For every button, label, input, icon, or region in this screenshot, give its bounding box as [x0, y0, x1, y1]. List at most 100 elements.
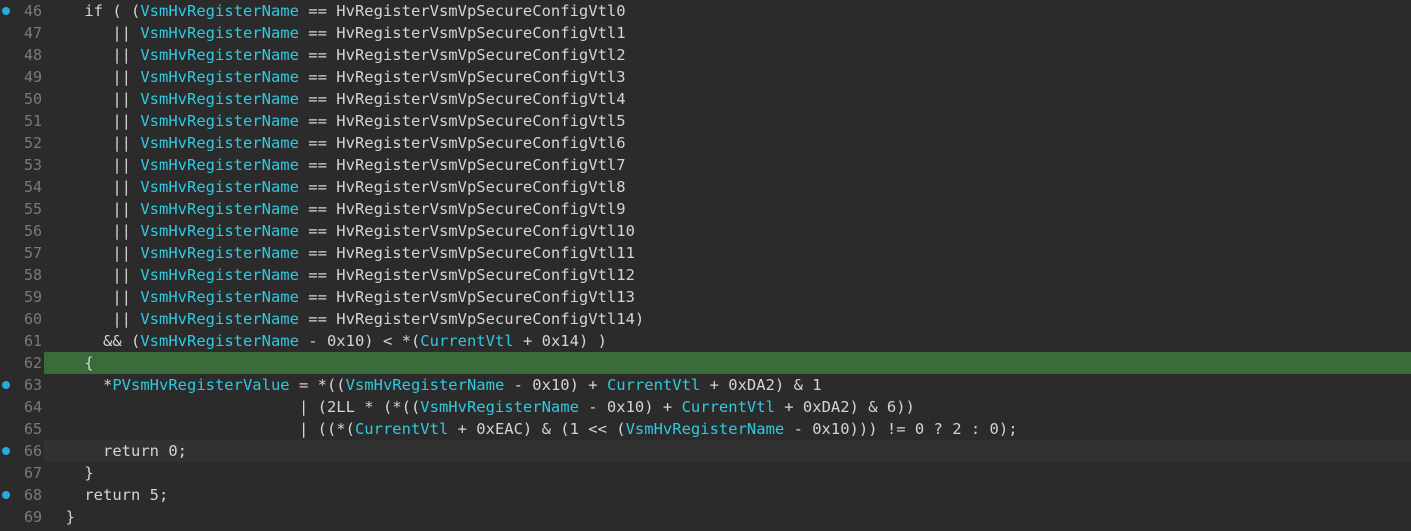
code-token[interactable]: ||: [47, 156, 140, 174]
breakpoint-dot-icon[interactable]: [2, 447, 10, 455]
gutter[interactable]: 59: [0, 286, 44, 308]
code-text[interactable]: || VsmHvRegisterName == HvRegisterVsmVpS…: [47, 176, 625, 198]
code-identifier[interactable]: VsmHvRegisterName: [140, 112, 299, 130]
code-token[interactable]: {: [47, 354, 93, 372]
code-line[interactable]: 57 || VsmHvRegisterName == HvRegisterVsm…: [0, 242, 1411, 264]
code-token[interactable]: ||: [47, 288, 140, 306]
code-identifier[interactable]: VsmHvRegisterName: [346, 376, 505, 394]
code-editor[interactable]: 46 if ( (VsmHvRegisterName == HvRegister…: [0, 0, 1411, 531]
code-token[interactable]: == HvRegisterVsmVpSecureConfigVtl2: [299, 46, 625, 64]
code-token[interactable]: && (: [47, 332, 140, 350]
code-identifier[interactable]: VsmHvRegisterName: [140, 244, 299, 262]
code-line[interactable]: 65 | ((*(CurrentVtl + 0xEAC) & (1 << (Vs…: [0, 418, 1411, 440]
code-text[interactable]: | ((*(CurrentVtl + 0xEAC) & (1 << (VsmHv…: [47, 418, 1018, 440]
code-token[interactable]: }: [47, 464, 93, 482]
code-line[interactable]: 47 || VsmHvRegisterName == HvRegisterVsm…: [0, 22, 1411, 44]
code-text[interactable]: || VsmHvRegisterName == HvRegisterVsmVpS…: [47, 44, 625, 66]
code-token[interactable]: == HvRegisterVsmVpSecureConfigVtl1: [299, 24, 625, 42]
code-line[interactable]: 46 if ( (VsmHvRegisterName == HvRegister…: [0, 0, 1411, 22]
code-text[interactable]: if ( (VsmHvRegisterName == HvRegisterVsm…: [47, 0, 625, 22]
code-token[interactable]: ||: [47, 200, 140, 218]
code-text[interactable]: && (VsmHvRegisterName - 0x10) < *(Curren…: [47, 330, 607, 352]
code-token[interactable]: }: [47, 508, 75, 526]
gutter[interactable]: 69: [0, 506, 44, 528]
gutter[interactable]: 53: [0, 154, 44, 176]
code-line[interactable]: 68 return 5;: [0, 484, 1411, 506]
code-identifier[interactable]: VsmHvRegisterName: [140, 156, 299, 174]
code-identifier[interactable]: VsmHvRegisterName: [140, 90, 299, 108]
code-line[interactable]: 54 || VsmHvRegisterName == HvRegisterVsm…: [0, 176, 1411, 198]
code-identifier[interactable]: CurrentVtl: [355, 420, 448, 438]
code-token[interactable]: ||: [47, 222, 140, 240]
code-line[interactable]: 55 || VsmHvRegisterName == HvRegisterVsm…: [0, 198, 1411, 220]
code-text[interactable]: || VsmHvRegisterName == HvRegisterVsmVpS…: [47, 66, 625, 88]
code-identifier[interactable]: VsmHvRegisterName: [140, 222, 299, 240]
code-line[interactable]: 56 || VsmHvRegisterName == HvRegisterVsm…: [0, 220, 1411, 242]
code-identifier[interactable]: VsmHvRegisterName: [140, 134, 299, 152]
code-identifier[interactable]: VsmHvRegisterName: [140, 46, 299, 64]
code-text[interactable]: || VsmHvRegisterName == HvRegisterVsmVpS…: [47, 308, 644, 330]
code-token[interactable]: ||: [47, 244, 140, 262]
gutter[interactable]: 63: [0, 374, 44, 396]
code-identifier[interactable]: VsmHvRegisterName: [140, 178, 299, 196]
code-token[interactable]: ||: [47, 90, 140, 108]
code-identifier[interactable]: CurrentVtl: [607, 376, 700, 394]
code-line[interactable]: 59 || VsmHvRegisterName == HvRegisterVsm…: [0, 286, 1411, 308]
code-text[interactable]: }: [47, 506, 75, 528]
code-token[interactable]: | ((*(: [47, 420, 355, 438]
code-token[interactable]: ||: [47, 24, 140, 42]
code-identifier[interactable]: PVsmHvRegisterValue: [112, 376, 289, 394]
code-line[interactable]: 64 | (2LL * (*((VsmHvRegisterName - 0x10…: [0, 396, 1411, 418]
code-text[interactable]: || VsmHvRegisterName == HvRegisterVsmVpS…: [47, 110, 625, 132]
code-token[interactable]: == HvRegisterVsmVpSecureConfigVtl0: [299, 2, 625, 20]
code-identifier[interactable]: VsmHvRegisterName: [140, 288, 299, 306]
code-token[interactable]: == HvRegisterVsmVpSecureConfigVtl6: [299, 134, 625, 152]
code-token[interactable]: if ( (: [47, 2, 140, 20]
code-token[interactable]: + 0xDA2) & 1: [700, 376, 822, 394]
gutter[interactable]: 68: [0, 484, 44, 506]
code-identifier[interactable]: VsmHvRegisterName: [140, 266, 299, 284]
code-text[interactable]: || VsmHvRegisterName == HvRegisterVsmVpS…: [47, 154, 625, 176]
gutter[interactable]: 57: [0, 242, 44, 264]
code-text[interactable]: {: [47, 352, 93, 374]
code-line[interactable]: 50 || VsmHvRegisterName == HvRegisterVsm…: [0, 88, 1411, 110]
code-line[interactable]: 66 return 0;: [0, 440, 1411, 462]
code-text[interactable]: || VsmHvRegisterName == HvRegisterVsmVpS…: [47, 220, 635, 242]
code-identifier[interactable]: VsmHvRegisterName: [140, 200, 299, 218]
gutter[interactable]: 64: [0, 396, 44, 418]
code-token[interactable]: == HvRegisterVsmVpSecureConfigVtl9: [299, 200, 625, 218]
code-line[interactable]: 60 || VsmHvRegisterName == HvRegisterVsm…: [0, 308, 1411, 330]
code-text[interactable]: || VsmHvRegisterName == HvRegisterVsmVpS…: [47, 132, 625, 154]
code-text[interactable]: || VsmHvRegisterName == HvRegisterVsmVpS…: [47, 264, 635, 286]
code-token[interactable]: ||: [47, 112, 140, 130]
code-line[interactable]: 49 || VsmHvRegisterName == HvRegisterVsm…: [0, 66, 1411, 88]
code-line[interactable]: 67 }: [0, 462, 1411, 484]
code-identifier[interactable]: CurrentVtl: [682, 398, 775, 416]
breakpoint-dot-icon[interactable]: [2, 381, 10, 389]
code-token[interactable]: ||: [47, 68, 140, 86]
gutter[interactable]: 62: [0, 352, 44, 374]
code-line[interactable]: 53 || VsmHvRegisterName == HvRegisterVsm…: [0, 154, 1411, 176]
gutter[interactable]: 50: [0, 88, 44, 110]
code-token[interactable]: == HvRegisterVsmVpSecureConfigVtl7: [299, 156, 625, 174]
gutter[interactable]: 48: [0, 44, 44, 66]
code-token[interactable]: == HvRegisterVsmVpSecureConfigVtl12: [299, 266, 635, 284]
code-token[interactable]: ||: [47, 46, 140, 64]
code-token[interactable]: ||: [47, 134, 140, 152]
code-line[interactable]: 63 *PVsmHvRegisterValue = *((VsmHvRegist…: [0, 374, 1411, 396]
code-token[interactable]: *: [47, 376, 112, 394]
code-line[interactable]: 51 || VsmHvRegisterName == HvRegisterVsm…: [0, 110, 1411, 132]
gutter[interactable]: 51: [0, 110, 44, 132]
breakpoint-dot-icon[interactable]: [2, 7, 10, 15]
code-identifier[interactable]: VsmHvRegisterName: [420, 398, 579, 416]
gutter[interactable]: 46: [0, 0, 44, 22]
gutter[interactable]: 67: [0, 462, 44, 484]
code-line[interactable]: 58 || VsmHvRegisterName == HvRegisterVsm…: [0, 264, 1411, 286]
code-token[interactable]: + 0xDA2) & 6)): [775, 398, 915, 416]
code-text[interactable]: *PVsmHvRegisterValue = *((VsmHvRegisterN…: [47, 374, 822, 396]
code-token[interactable]: return 5;: [47, 486, 168, 504]
gutter[interactable]: 61: [0, 330, 44, 352]
gutter[interactable]: 55: [0, 198, 44, 220]
gutter[interactable]: 54: [0, 176, 44, 198]
code-token[interactable]: == HvRegisterVsmVpSecureConfigVtl5: [299, 112, 625, 130]
